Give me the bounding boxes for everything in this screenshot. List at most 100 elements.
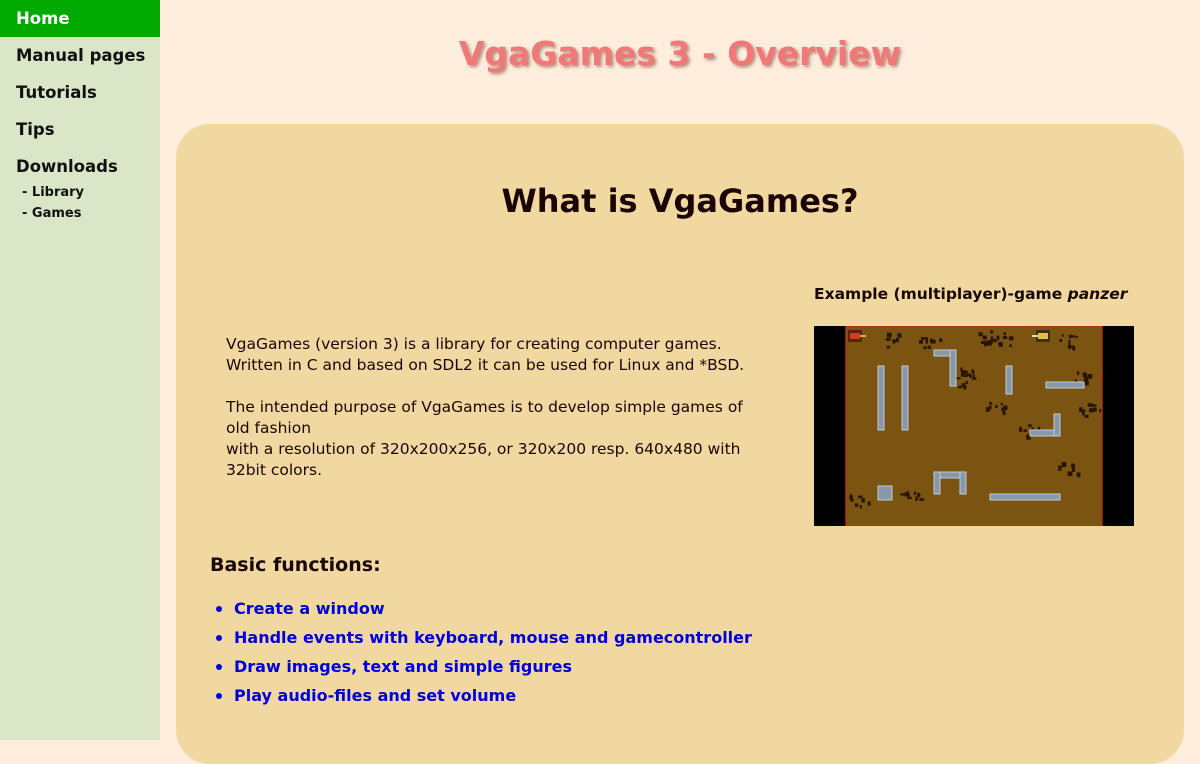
debris-mark: [858, 495, 863, 499]
debris-mark: [897, 334, 902, 338]
debris-mark: [989, 401, 993, 405]
bullet-icon: [216, 606, 222, 612]
debris-mark: [960, 372, 966, 377]
debris-mark: [971, 377, 977, 380]
debris-mark: [923, 337, 928, 340]
debris-mark: [1003, 332, 1006, 336]
debris-mark: [990, 330, 994, 334]
list-item: Handle events with keyboard, mouse and g…: [210, 623, 752, 652]
debris-mark: [982, 335, 987, 340]
debris-mark: [886, 332, 892, 338]
debris-mark: [1058, 465, 1061, 469]
debris-mark: [1083, 376, 1089, 382]
debris-mark: [915, 496, 918, 501]
debris-mark: [1087, 403, 1093, 407]
debris-mark: [1074, 379, 1077, 382]
debris-mark: [1089, 408, 1094, 413]
debris-mark: [1009, 344, 1012, 347]
nav-manual-pages[interactable]: Manual pages: [0, 37, 160, 74]
debris-mark: [892, 339, 897, 343]
debris-mark: [927, 345, 932, 349]
debris-mark: [850, 498, 854, 502]
debris-mark: [1061, 462, 1067, 467]
debris-mark: [904, 492, 910, 497]
debris-mark: [966, 373, 970, 376]
intro-text: VgaGames (version 3) is a library for cr…: [226, 334, 766, 502]
function-link-handle-events[interactable]: Handle events with keyboard, mouse and g…: [234, 628, 752, 647]
debris-mark: [965, 380, 968, 385]
nav-home[interactable]: Home: [0, 0, 160, 37]
function-link-play-audio[interactable]: Play audio-files and set volume: [234, 686, 516, 705]
debris-mark: [1008, 336, 1014, 341]
debris-mark: [999, 342, 1003, 347]
function-link-create-window[interactable]: Create a window: [234, 599, 385, 618]
debris-mark: [1071, 335, 1075, 338]
debris-mark: [931, 339, 936, 344]
debris-mark: [1000, 402, 1003, 406]
debris-mark: [1082, 409, 1086, 412]
debris-mark: [886, 345, 890, 349]
functions-list: Create a window Handle events with keybo…: [210, 594, 752, 710]
intro-paragraph-2: The intended purpose of VgaGames is to d…: [226, 397, 766, 481]
debris-mark: [1077, 371, 1080, 376]
page-title: VgaGames 3 - Overview: [458, 34, 902, 73]
debris-mark: [1002, 410, 1006, 416]
debris-mark: [1037, 426, 1041, 430]
debris-mark: [1087, 374, 1093, 378]
debris-mark: [1067, 344, 1071, 350]
content-panel: What is VgaGames? VgaGames (version 3) i…: [176, 124, 1184, 764]
debris-mark: [1061, 334, 1064, 337]
debris-mark: [958, 385, 962, 389]
debris-mark: [1002, 336, 1008, 340]
debris-mark: [964, 370, 968, 374]
debris-mark: [896, 337, 899, 343]
debris-mark: [964, 386, 967, 389]
debris-mark: [1023, 429, 1027, 432]
intro-line-1: VgaGames (version 3) is a library for cr…: [226, 335, 722, 353]
debris-mark: [900, 493, 905, 496]
example-caption-text: Example (multiplayer)-game: [814, 285, 1068, 303]
debris-mark: [849, 494, 853, 497]
debris-mark: [1067, 471, 1073, 476]
list-item: Create a window: [210, 594, 752, 623]
debris-mark: [1001, 407, 1005, 411]
nav-tutorials[interactable]: Tutorials: [0, 74, 160, 111]
game-screenshot-image: [814, 326, 1134, 526]
debris-mark: [996, 335, 1000, 341]
intro-line-4: with a resolution of 320x200x256, or 320…: [226, 440, 741, 479]
debris-mark: [1031, 427, 1034, 430]
bullet-icon: [216, 635, 222, 641]
debris-mark: [919, 339, 923, 344]
debris-mark: [1085, 380, 1089, 386]
nav-tips[interactable]: Tips: [0, 111, 160, 148]
debris-mark: [988, 339, 993, 344]
function-link-draw-images[interactable]: Draw images, text and simple figures: [234, 657, 572, 676]
debris-mark: [939, 338, 943, 342]
game-screenshot: [814, 326, 1134, 526]
intro-line-3: The intended purpose of VgaGames is to d…: [226, 398, 743, 437]
debris-mark: [854, 503, 859, 507]
debris-mark: [859, 505, 862, 509]
functions-heading: Basic functions:: [210, 554, 381, 576]
intro-line-2: Written in C and based on SDL2 it can be…: [226, 356, 745, 374]
debris-mark: [1076, 472, 1081, 478]
debris-mark: [913, 491, 916, 495]
nav-downloads[interactable]: Downloads: [0, 152, 160, 182]
debris-mark: [978, 332, 983, 337]
debris-mark: [961, 370, 966, 373]
debris-mark: [861, 498, 865, 503]
debris-mark: [1084, 414, 1089, 418]
example-game-name: panzer: [1067, 285, 1128, 303]
debris-mark: [972, 372, 975, 375]
debris-mark: [1058, 468, 1062, 471]
debris-mark: [917, 492, 921, 498]
nav-downloads-games[interactable]: - Games: [0, 203, 160, 224]
sidebar: Home Manual pages Tutorials Tips Downloa…: [0, 0, 160, 740]
debris-mark: [867, 501, 871, 506]
debris-mark: [907, 496, 912, 500]
list-item: Play audio-files and set volume: [210, 681, 752, 710]
debris-mark: [1082, 411, 1085, 416]
debris-mark: [980, 341, 986, 344]
bullet-icon: [216, 664, 222, 670]
nav-downloads-library[interactable]: - Library: [0, 182, 160, 203]
